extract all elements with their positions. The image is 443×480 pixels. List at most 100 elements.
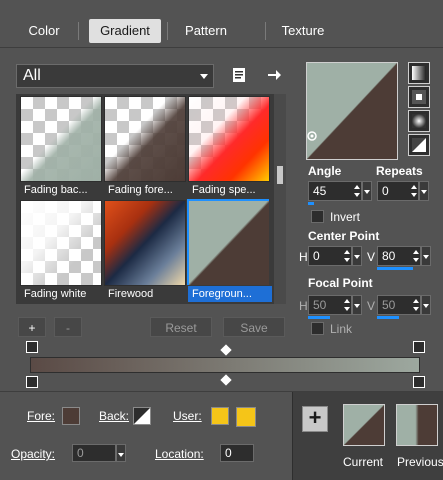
focal-h-spinner[interactable]: 50 bbox=[308, 295, 352, 315]
opacity-stop-right[interactable] bbox=[413, 341, 425, 353]
spin-up-icon[interactable] bbox=[411, 185, 417, 189]
spin-down-icon[interactable] bbox=[354, 193, 360, 197]
spin-up-icon[interactable] bbox=[344, 250, 350, 254]
opacity-dropdown[interactable] bbox=[116, 444, 126, 462]
arrow-right-icon[interactable] bbox=[265, 66, 283, 84]
fore-swatch[interactable] bbox=[62, 407, 80, 425]
gradient-preview[interactable] bbox=[306, 62, 398, 160]
chevron-down-icon bbox=[200, 74, 208, 79]
angle-handle-icon[interactable] bbox=[305, 129, 319, 143]
angle-label: Angle bbox=[308, 164, 342, 178]
gradient-swatch bbox=[189, 201, 269, 285]
save-button[interactable]: Save bbox=[223, 317, 285, 337]
spin-down-icon[interactable] bbox=[413, 258, 419, 262]
spin-up-icon[interactable] bbox=[344, 299, 350, 303]
spin-up-icon[interactable] bbox=[413, 299, 419, 303]
gradient-thumbnail[interactable] bbox=[20, 200, 102, 286]
center-h-dropdown[interactable] bbox=[352, 246, 362, 266]
gradient-thumbnail[interactable] bbox=[187, 199, 269, 285]
opacity-value: 0 bbox=[77, 446, 84, 460]
tab-pattern[interactable]: Pattern bbox=[175, 19, 237, 43]
link-checkbox[interactable] bbox=[311, 322, 324, 335]
color-stop-left[interactable] bbox=[26, 376, 38, 388]
focal-v-dropdown[interactable] bbox=[421, 295, 431, 315]
current-label: Current bbox=[343, 455, 384, 469]
location-field[interactable]: 0 bbox=[220, 444, 254, 462]
reset-button[interactable]: Reset bbox=[150, 317, 212, 337]
gradient-caption: Foregroun... bbox=[188, 286, 272, 302]
gradient-thumbnail[interactable] bbox=[104, 200, 186, 286]
sunburst-style-button[interactable] bbox=[408, 110, 430, 132]
back-label: Back: bbox=[99, 409, 130, 423]
color-midpoint[interactable] bbox=[220, 374, 232, 386]
tab-gradient[interactable]: Gradient bbox=[89, 19, 161, 43]
focal-v-value: 50 bbox=[382, 298, 396, 312]
color-stop-right[interactable] bbox=[413, 376, 425, 388]
gradient-overlay bbox=[105, 97, 185, 181]
center-v-dropdown[interactable] bbox=[421, 246, 431, 266]
location-label: Location: bbox=[155, 447, 204, 461]
user-swatch[interactable] bbox=[211, 407, 229, 425]
gradient-gallery: Fading bac... Fading fore... Fading spe.… bbox=[16, 94, 274, 304]
gradient-bar[interactable] bbox=[30, 357, 420, 373]
opacity-field[interactable]: 0 bbox=[72, 444, 116, 462]
spin-down-icon[interactable] bbox=[344, 307, 350, 311]
focal-h-value: 50 bbox=[313, 298, 327, 312]
focal-v-label: V bbox=[367, 299, 376, 313]
angle-dropdown[interactable] bbox=[362, 181, 372, 201]
manage-resources-icon[interactable] bbox=[230, 66, 248, 84]
tab-divider bbox=[167, 22, 168, 40]
gradient-overlay bbox=[189, 97, 269, 181]
gradient-thumbnail[interactable] bbox=[20, 96, 102, 182]
current-swatch[interactable] bbox=[343, 404, 385, 446]
repeats-value: 0 bbox=[382, 184, 389, 198]
gradient-caption: Firewood bbox=[108, 288, 154, 300]
user-label: User: bbox=[173, 409, 202, 423]
invert-checkbox[interactable] bbox=[311, 210, 324, 223]
rectangular-style-button[interactable] bbox=[408, 86, 430, 108]
add-stop-button[interactable]: + bbox=[18, 317, 46, 337]
back-swatch[interactable] bbox=[133, 407, 151, 425]
location-value: 0 bbox=[225, 446, 232, 460]
repeats-dropdown[interactable] bbox=[419, 181, 429, 201]
repeats-spinner[interactable]: 0 bbox=[377, 181, 419, 201]
center-v-slider[interactable] bbox=[377, 267, 413, 270]
gradient-caption: Fading white bbox=[24, 288, 87, 300]
radial-style-button[interactable] bbox=[408, 134, 430, 156]
previous-label: Previous bbox=[397, 455, 443, 469]
spin-up-icon[interactable] bbox=[354, 185, 360, 189]
opacity-midpoint[interactable] bbox=[220, 344, 232, 356]
remove-stop-button[interactable]: - bbox=[54, 317, 82, 337]
spin-down-icon[interactable] bbox=[344, 258, 350, 262]
center-v-spinner[interactable]: 80 bbox=[377, 246, 421, 266]
link-label: Link bbox=[330, 322, 353, 336]
center-h-spinner[interactable]: 0 bbox=[308, 246, 352, 266]
opacity-stop-left[interactable] bbox=[26, 341, 38, 353]
user-color-picker[interactable] bbox=[236, 407, 256, 427]
focal-point-label: Focal Point bbox=[308, 276, 373, 290]
spin-down-icon[interactable] bbox=[411, 193, 417, 197]
focal-h-slider[interactable] bbox=[308, 316, 330, 319]
gradient-overlay bbox=[21, 201, 101, 285]
add-to-swatches-button[interactable]: + bbox=[302, 406, 328, 432]
linear-style-button[interactable] bbox=[408, 62, 430, 84]
angle-value: 45 bbox=[313, 184, 327, 198]
gradient-thumbnail[interactable] bbox=[188, 96, 270, 182]
center-h-label: H bbox=[299, 250, 308, 264]
gallery-scrollbar[interactable] bbox=[274, 94, 286, 304]
gradient-thumbnail[interactable] bbox=[104, 96, 186, 182]
tab-color[interactable]: Color bbox=[16, 19, 72, 43]
scrollbar-thumb[interactable] bbox=[277, 166, 283, 184]
angle-slider[interactable] bbox=[308, 202, 314, 205]
gradient-caption: Fading spe... bbox=[192, 184, 256, 196]
gradient-caption: Fading fore... bbox=[108, 184, 173, 196]
spin-down-icon[interactable] bbox=[413, 307, 419, 311]
previous-swatch[interactable] bbox=[396, 404, 438, 446]
focal-v-slider[interactable] bbox=[377, 316, 399, 319]
focal-h-dropdown[interactable] bbox=[352, 295, 362, 315]
focal-v-spinner[interactable]: 50 bbox=[377, 295, 421, 315]
category-dropdown[interactable]: All bbox=[16, 64, 214, 88]
angle-spinner[interactable]: 45 bbox=[308, 181, 362, 201]
tab-texture[interactable]: Texture bbox=[272, 19, 334, 43]
spin-up-icon[interactable] bbox=[413, 250, 419, 254]
